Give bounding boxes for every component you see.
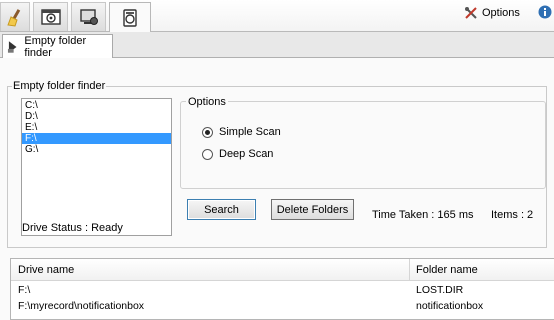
info-icon: [538, 5, 552, 19]
table-row[interactable]: F:\ LOST.DIR: [11, 283, 554, 298]
options-groupbox: [180, 101, 546, 189]
search-button[interactable]: Search: [187, 199, 256, 220]
options-button[interactable]: Options: [464, 6, 520, 20]
folder-name-cell: LOST.DIR: [416, 284, 464, 296]
drive-name-cell: F:\myrecord\notificationbox: [18, 300, 145, 312]
wrench-screwdriver-icon: [465, 7, 477, 19]
simple-scan-option[interactable]: Simple Scan: [202, 126, 281, 138]
folder-name-cell: notificationbox: [416, 300, 484, 312]
monitor-disk-icon: [79, 9, 98, 25]
info-button[interactable]: [538, 5, 552, 22]
table-header: Drive name Folder name: [11, 259, 554, 281]
tool-cleaner-tab[interactable]: [0, 2, 30, 31]
tool-folder-finder-tab[interactable]: [109, 2, 151, 33]
folder-arrow-icon: [7, 41, 17, 53]
time-taken-label: Time Taken : 165 ms: [372, 209, 474, 221]
drive-item-c[interactable]: C:\: [22, 100, 171, 111]
column-header-folder-name[interactable]: Folder name: [409, 259, 478, 281]
tab-empty-folder-finder[interactable]: Empty folder finder: [2, 34, 113, 59]
drive-item-f[interactable]: F:\: [22, 133, 171, 144]
group-title: Empty folder finder: [12, 80, 107, 92]
drive-item-d[interactable]: D:\: [22, 111, 171, 122]
tool-system-tab[interactable]: [71, 2, 106, 31]
subtab-bar: Empty folder finder: [0, 32, 554, 59]
results-table[interactable]: Drive name Folder name F:\ LOST.DIR F:\m…: [10, 258, 554, 320]
tab-label: Empty folder finder: [24, 35, 87, 59]
main-panel: Empty folder finder C:\ D:\ E:\ F:\ G:\ …: [0, 58, 554, 320]
deep-scan-radio[interactable]: [202, 148, 213, 160]
deep-scan-option[interactable]: Deep Scan: [202, 148, 273, 160]
main-toolbar: Options: [0, 0, 554, 33]
drive-status-label: Drive Status : Ready: [22, 222, 123, 234]
table-row[interactable]: F:\myrecord\notificationbox notification…: [11, 299, 554, 314]
drive-item-g[interactable]: G:\: [22, 144, 171, 155]
items-count-label: Items : 2: [491, 209, 534, 221]
simple-scan-radio[interactable]: [202, 126, 213, 138]
tool-startup-tab[interactable]: [33, 2, 68, 31]
drive-name-cell: F:\: [18, 284, 31, 296]
folder-disk-icon: [123, 9, 137, 27]
delete-folders-button[interactable]: Delete Folders: [271, 199, 354, 220]
column-header-drive-name[interactable]: Drive name: [11, 259, 74, 281]
film-window-icon: [40, 9, 61, 25]
deep-scan-label: Deep Scan: [219, 148, 274, 160]
simple-scan-label: Simple Scan: [219, 126, 281, 138]
broom-icon: [7, 9, 21, 27]
drive-list[interactable]: C:\ D:\ E:\ F:\ G:\: [21, 98, 172, 236]
drive-item-e[interactable]: E:\: [22, 122, 171, 133]
options-label: Options: [482, 7, 520, 19]
options-title: Options: [186, 96, 228, 108]
